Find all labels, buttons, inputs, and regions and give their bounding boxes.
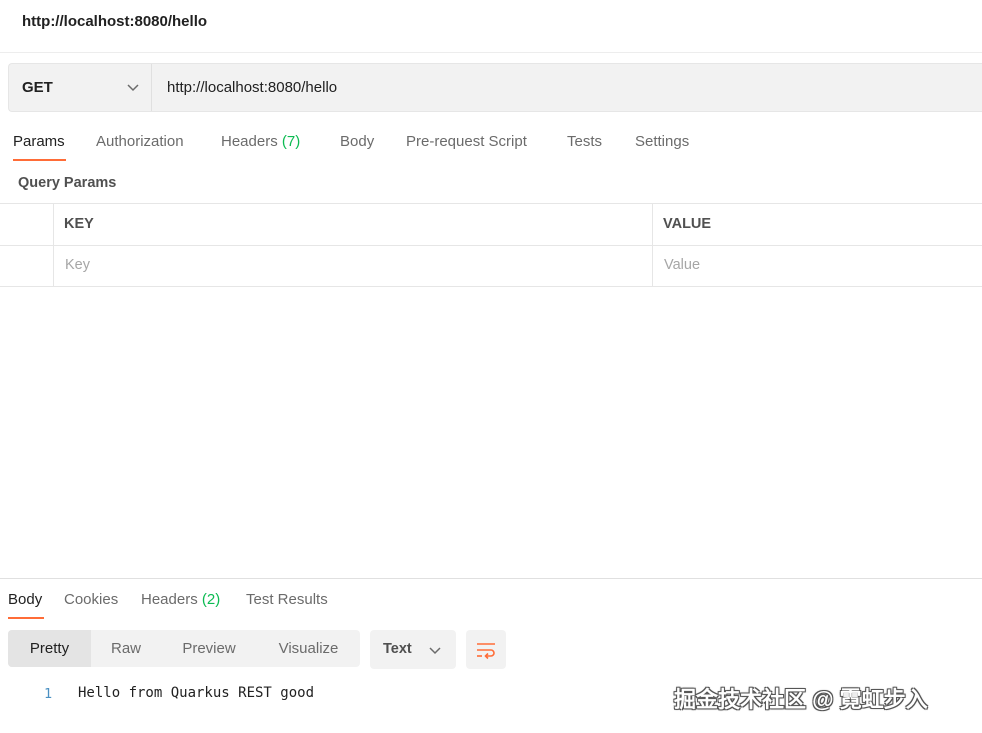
active-tab-indicator: [8, 617, 44, 619]
tab-test-results[interactable]: Test Results: [246, 591, 328, 608]
headers-count: (7): [281, 133, 301, 150]
title-divider: [0, 52, 982, 53]
view-mode-group: Pretty Raw Preview Visualize: [8, 630, 360, 667]
response-headers-count: (2): [201, 591, 221, 608]
format-label: Text: [383, 641, 412, 657]
key-input[interactable]: Key: [65, 257, 90, 273]
table-border-bottom: [0, 286, 982, 287]
chevron-down-icon: [127, 84, 139, 92]
tab-response-headers[interactable]: Headers (2): [141, 591, 220, 608]
table-border-top: [0, 203, 982, 204]
response-divider[interactable]: [0, 578, 982, 579]
active-tab-indicator: [13, 159, 66, 161]
tab-cookies[interactable]: Cookies: [64, 591, 118, 608]
query-params-label: Query Params: [18, 175, 117, 191]
view-raw-button[interactable]: Raw: [91, 630, 161, 667]
url-input[interactable]: http://localhost:8080/hello: [167, 79, 337, 96]
key-column-header: KEY: [64, 216, 94, 232]
method-label: GET: [22, 79, 53, 96]
tab-params[interactable]: Params: [13, 133, 65, 150]
method-select[interactable]: GET: [9, 64, 152, 111]
response-body-text: Hello from Quarkus REST good: [78, 685, 315, 701]
tab-settings[interactable]: Settings: [635, 133, 689, 150]
line-number: 1: [44, 686, 53, 702]
table-col-divider: [652, 203, 653, 287]
value-column-header: VALUE: [663, 216, 712, 232]
wrap-lines-icon: [477, 643, 495, 660]
watermark: 掘金技术社区 @ 霓虹步入: [674, 687, 928, 712]
value-input[interactable]: Value: [664, 257, 700, 273]
view-preview-button[interactable]: Preview: [161, 630, 257, 667]
format-select[interactable]: Text: [370, 630, 456, 669]
table-border-mid: [0, 245, 982, 246]
tab-tests[interactable]: Tests: [567, 133, 602, 150]
chevron-down-icon: [429, 647, 441, 655]
tab-headers[interactable]: Headers (7): [221, 133, 300, 150]
wrap-lines-button[interactable]: [466, 630, 506, 669]
tab-authorization[interactable]: Authorization: [96, 133, 184, 150]
view-pretty-button[interactable]: Pretty: [8, 630, 91, 667]
view-visualize-button[interactable]: Visualize: [257, 630, 360, 667]
tab-pre-request-script[interactable]: Pre-request Script: [406, 133, 527, 150]
tab-body[interactable]: Body: [340, 133, 374, 150]
request-title: http://localhost:8080/hello: [22, 13, 208, 30]
tab-response-body[interactable]: Body: [8, 591, 42, 608]
request-url-bar: GET http://localhost:8080/hello: [8, 63, 982, 112]
table-col-divider: [53, 203, 54, 287]
